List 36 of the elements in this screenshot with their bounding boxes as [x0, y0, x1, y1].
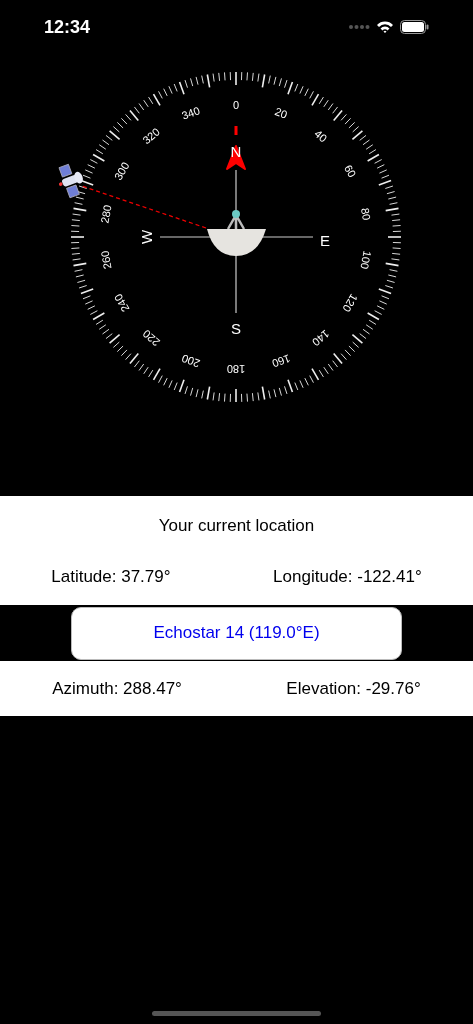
- degree-label: 280: [98, 204, 114, 225]
- longitude-text: Longitude: -122.41°: [273, 566, 422, 589]
- cardinal-label: N: [230, 142, 242, 160]
- degree-label: 180: [226, 363, 246, 375]
- degree-label: 260: [98, 249, 114, 270]
- degree-label: 340: [180, 104, 202, 122]
- degree-label: 200: [180, 352, 202, 370]
- degree-label: 80: [359, 207, 373, 222]
- degree-label: 20: [273, 105, 289, 121]
- degree-label: 300: [111, 160, 132, 182]
- wifi-icon: [376, 20, 394, 34]
- degree-label: 60: [342, 162, 359, 180]
- degree-label: 220: [140, 327, 163, 349]
- elevation-text: Elevation: -29.76°: [286, 677, 421, 700]
- cardinal-label: S: [231, 319, 241, 337]
- degree-label: 120: [340, 292, 361, 314]
- signal-icon: [348, 24, 370, 30]
- degree-label: 240: [111, 292, 132, 314]
- degree-label: 40: [312, 127, 330, 145]
- satellite-button[interactable]: Echostar 14 (119.0°E): [71, 606, 402, 660]
- cardinal-label: W: [137, 229, 155, 245]
- north-arrow-icon: [226, 145, 246, 170]
- status-time: 12:34: [44, 15, 91, 39]
- degree-label: 160: [270, 352, 292, 370]
- north-marker: [234, 126, 238, 135]
- cardinal-label: E: [320, 231, 330, 249]
- degree-label: 140: [309, 327, 332, 349]
- degree-label: 0: [232, 99, 240, 111]
- satellite-dish-icon: [207, 210, 266, 256]
- degree-label: 320: [140, 125, 163, 147]
- location-title: Your current location: [157, 515, 316, 537]
- satellite-icon: [58, 163, 83, 199]
- azimuth-text: Azimuth: 288.47°: [52, 677, 182, 700]
- degree-label: 100: [358, 249, 374, 270]
- latitude-text: Latitude: 37.79°: [51, 566, 171, 589]
- battery-icon: [400, 20, 429, 34]
